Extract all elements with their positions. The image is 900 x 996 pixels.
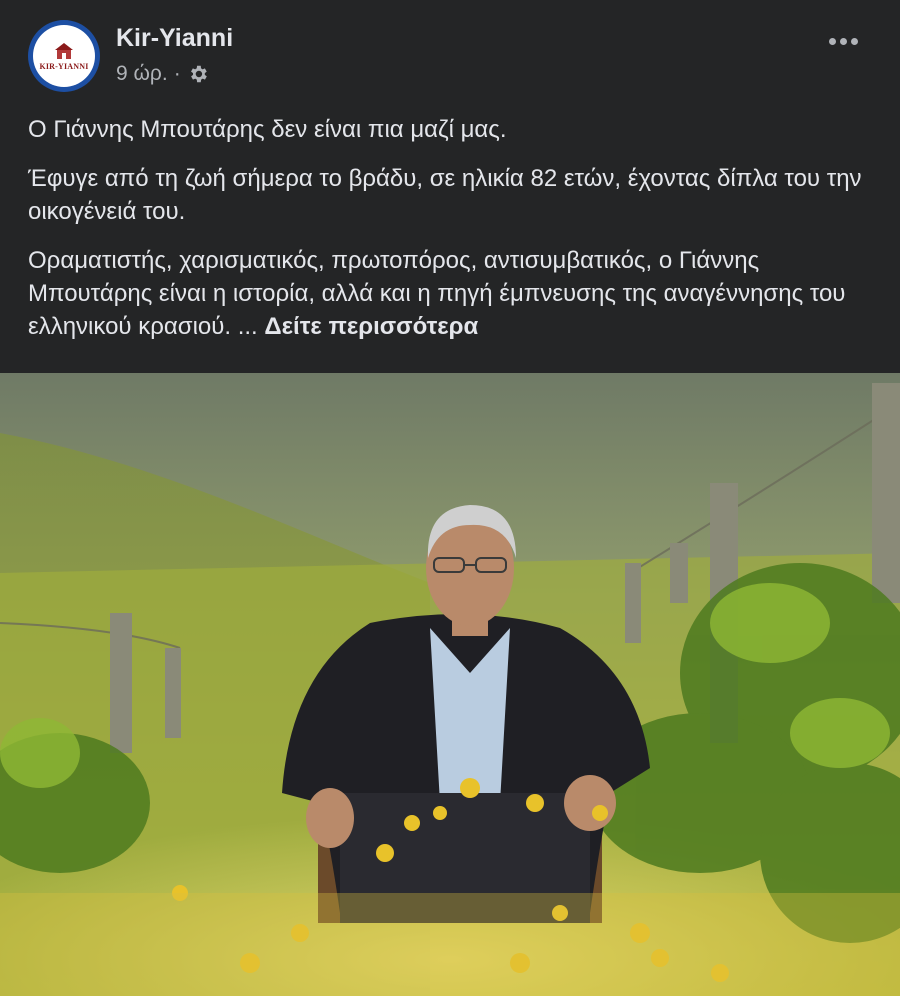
winery-house-icon [55, 42, 73, 59]
more-dot [851, 38, 858, 45]
vineyard-portrait-image [0, 373, 900, 996]
post-paragraph-2: Έφυγε από τη ζωή σήμερα το βράδυ, σε ηλι… [28, 165, 862, 225]
post-header: KIR-YIANNI Kir-Yianni 9 ώρ. · [0, 0, 900, 110]
post-text: Ο Γιάννης Μπουτάρης δεν είναι πια μαζί μ… [28, 113, 878, 359]
more-dot [829, 38, 836, 45]
post-paragraph-1: Ο Γιάννης Μπουτάρης δεν είναι πια μαζί μ… [28, 116, 507, 143]
post-meta: 9 ώρ. · [116, 62, 209, 86]
kir-yianni-logo: KIR-YIANNI [33, 25, 95, 87]
more-dot [840, 38, 847, 45]
logo-text: KIR-YIANNI [39, 61, 89, 71]
page-name-link[interactable]: Kir-Yianni [116, 24, 233, 53]
meta-separator: · [173, 62, 181, 85]
post-paragraph-3: Οραματιστής, χαρισματικός, πρωτοπόρος, α… [28, 244, 878, 343]
facebook-post: KIR-YIANNI Kir-Yianni 9 ώρ. · Ο Γιάννης … [0, 0, 900, 996]
more-options-button[interactable] [829, 38, 858, 45]
post-photo[interactable] [0, 373, 900, 996]
post-timestamp[interactable]: 9 ώρ. [116, 62, 168, 86]
see-more-link[interactable]: Δείτε περισσότερα [264, 313, 478, 340]
gear-icon[interactable] [187, 63, 209, 85]
page-avatar[interactable]: KIR-YIANNI [28, 20, 100, 92]
